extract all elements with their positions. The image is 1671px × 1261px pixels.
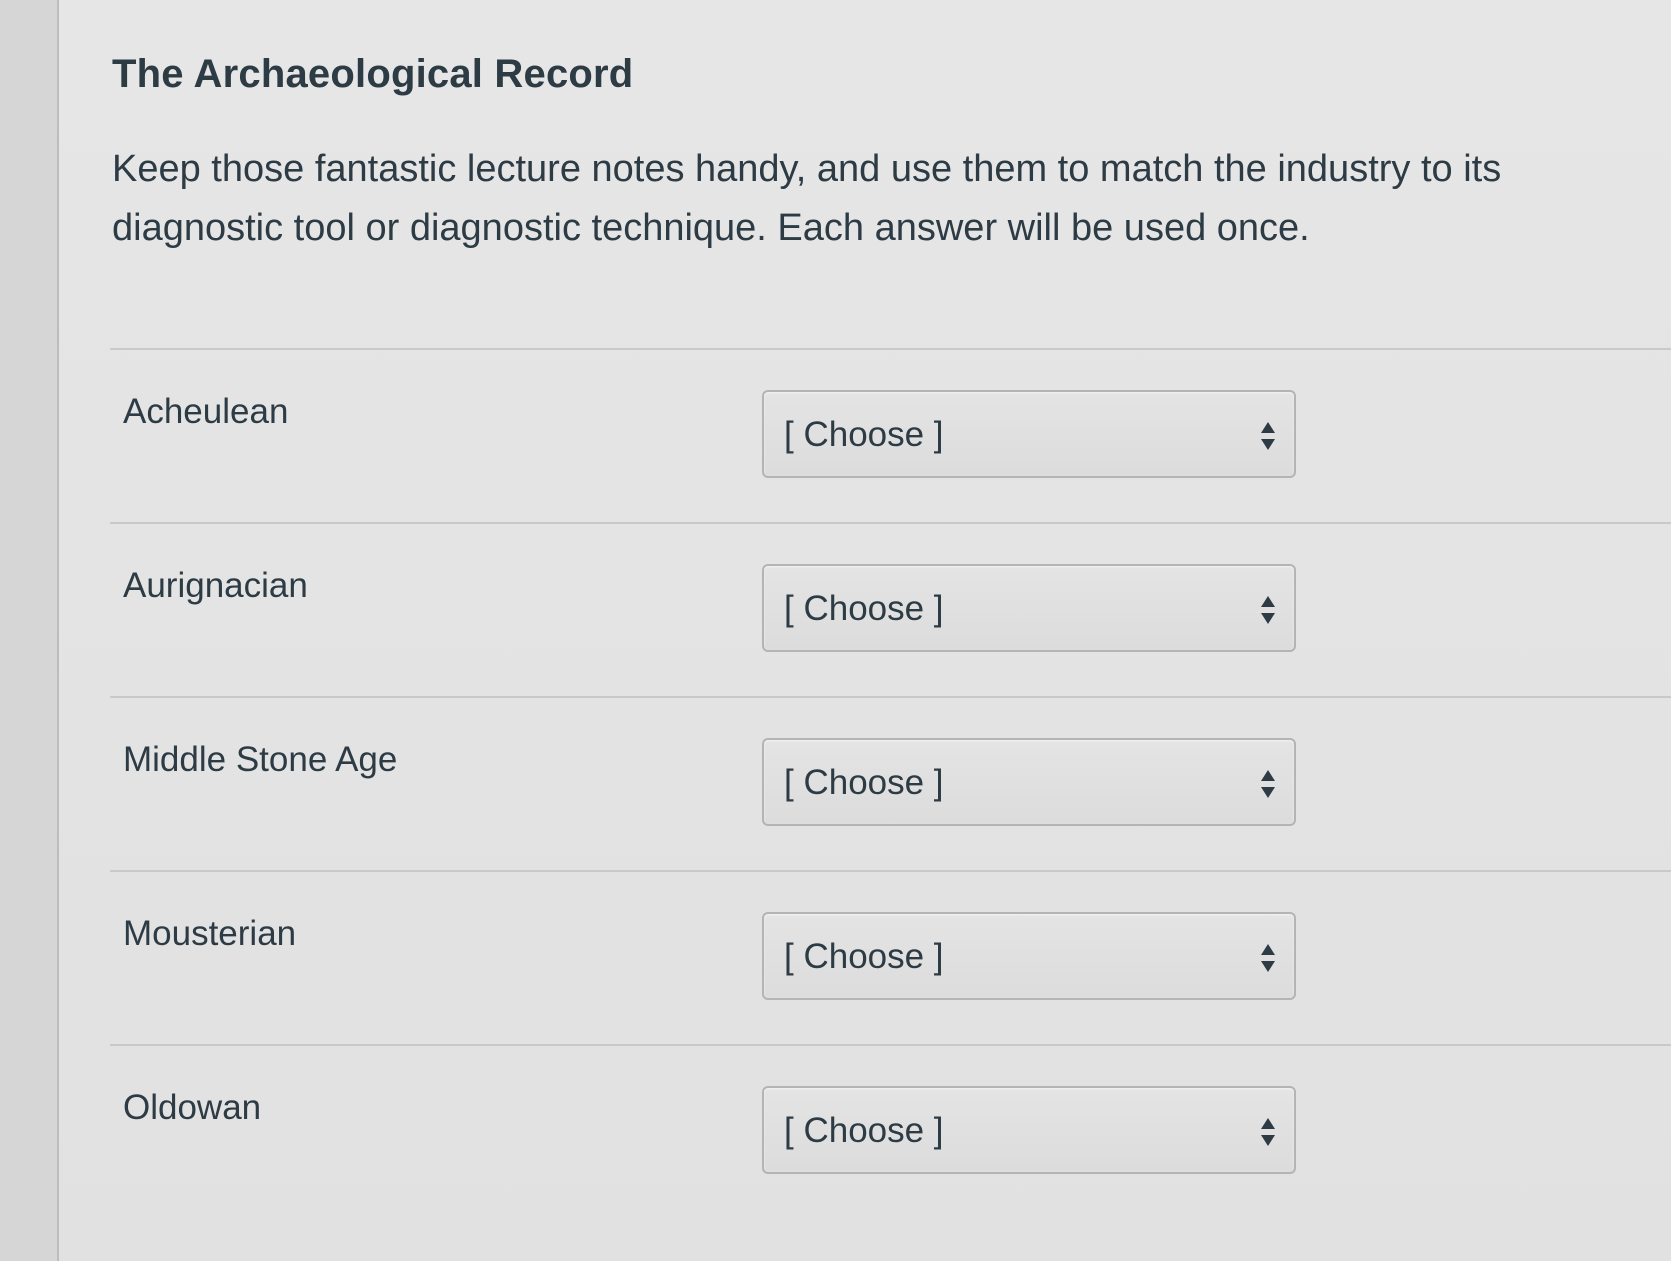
select-value: [ Choose ] xyxy=(784,589,944,628)
select-value: [ Choose ] xyxy=(784,415,944,454)
answer-select[interactable]: [ Choose ] xyxy=(762,1086,1296,1174)
question-instructions: Keep those fantastic lecture notes handy… xyxy=(112,148,1502,249)
select-value: [ Choose ] xyxy=(784,763,944,802)
matching-question: Acheulean [ Choose ] Aurignacian [ Choos… xyxy=(110,348,1671,1218)
match-row-aurignacian: Aurignacian [ Choose ] xyxy=(110,522,1671,696)
match-row-mousterian: Mousterian [ Choose ] xyxy=(110,870,1671,1044)
up-down-sort-icon xyxy=(1261,944,1275,972)
answer-select[interactable]: [ Choose ] xyxy=(762,390,1296,478)
match-row-acheulean: Acheulean [ Choose ] xyxy=(110,348,1671,522)
quiz-content: The Archaeological Record Keep those fan… xyxy=(59,0,1671,1261)
match-label: Middle Stone Age xyxy=(123,740,398,779)
answer-select[interactable]: [ Choose ] xyxy=(762,738,1296,826)
answer-select[interactable]: [ Choose ] xyxy=(762,912,1296,1000)
up-down-sort-icon xyxy=(1261,770,1275,798)
match-row-middle-stone-age: Middle Stone Age [ Choose ] xyxy=(110,696,1671,870)
up-down-sort-icon xyxy=(1261,596,1275,624)
match-label: Acheulean xyxy=(123,392,289,431)
up-down-sort-icon xyxy=(1261,422,1275,450)
up-down-sort-icon xyxy=(1261,1118,1275,1146)
select-value: [ Choose ] xyxy=(784,937,944,976)
question-title: The Archaeological Record xyxy=(112,52,634,96)
match-label: Oldowan xyxy=(123,1088,262,1127)
answer-select[interactable]: [ Choose ] xyxy=(762,564,1296,652)
match-label: Aurignacian xyxy=(123,566,308,605)
match-row-oldowan: Oldowan [ Choose ] xyxy=(110,1044,1671,1218)
match-label: Mousterian xyxy=(123,914,297,953)
select-value: [ Choose ] xyxy=(784,1111,944,1150)
left-gutter xyxy=(0,0,59,1261)
